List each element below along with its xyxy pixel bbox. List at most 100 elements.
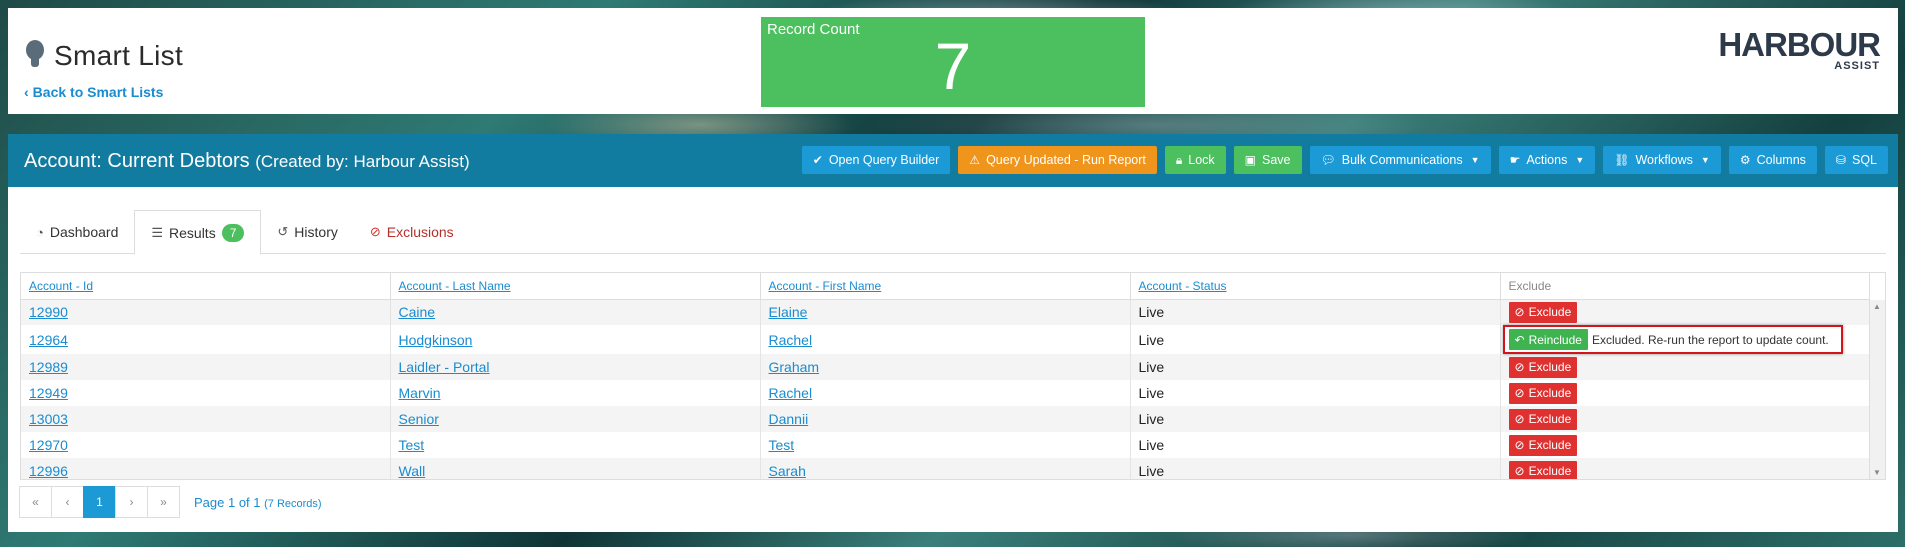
- run-report-label: Query Updated - Run Report: [986, 153, 1146, 167]
- account-id-cell: 12949: [21, 380, 391, 406]
- tab-dashboard[interactable]: ◔ Dashboard: [20, 210, 134, 254]
- bulk-communications-button[interactable]: 💬︎ Bulk Communications ▼: [1309, 146, 1491, 174]
- sql-button[interactable]: ⛁ SQL: [1824, 146, 1888, 174]
- save-button[interactable]: ▣ Save: [1233, 146, 1302, 174]
- sort-first-name-link[interactable]: Account - First Name: [769, 279, 882, 293]
- exclude-label: Exclude: [1528, 360, 1572, 374]
- page-1-button[interactable]: 1: [83, 486, 116, 518]
- actions-button[interactable]: ☛ Actions ▼: [1498, 146, 1596, 174]
- exclude-button[interactable]: ⊘ Exclude: [1508, 460, 1578, 479]
- last-name-link[interactable]: Hodgkinson: [399, 332, 473, 348]
- exclude-button[interactable]: ⊘ Exclude: [1508, 356, 1578, 378]
- first-name-link[interactable]: Dannii: [769, 411, 809, 427]
- reinclude-button[interactable]: ↶ Reinclude: [1508, 329, 1588, 350]
- save-label: Save: [1262, 153, 1291, 167]
- reinclude-label: Reinclude: [1528, 332, 1582, 347]
- account-id-link[interactable]: 12996: [29, 463, 68, 479]
- sql-label: SQL: [1851, 153, 1877, 167]
- columns-label: Columns: [1756, 153, 1806, 167]
- chevron-down-icon: ✔: [812, 153, 823, 167]
- ban-icon: ⊘: [1514, 360, 1525, 374]
- panel-title-text: Account: Current Debtors: [24, 150, 250, 172]
- first-name-link[interactable]: Elaine: [769, 304, 808, 320]
- column-header-last-name[interactable]: Account - Last Name: [390, 273, 761, 300]
- lock-button[interactable]: 🔒︎ Lock: [1164, 146, 1226, 174]
- sort-status-link[interactable]: Account - Status: [1139, 279, 1227, 293]
- column-header-status[interactable]: Account - Status: [1130, 273, 1501, 300]
- record-count-value: 7: [934, 29, 972, 103]
- tab-exclusions[interactable]: ⊘ Exclusions: [354, 210, 470, 254]
- exclude-button[interactable]: ⊘ Exclude: [1508, 408, 1578, 430]
- tab-history[interactable]: ↺ History: [261, 210, 353, 254]
- first-name-cell: Rachel: [760, 380, 1131, 406]
- exclude-cell: ↶ Reinclude Excluded. Re-run the report to…: [1500, 325, 1870, 354]
- first-name-link[interactable]: Sarah: [769, 463, 806, 479]
- excluded-notice: ↶ Reinclude Excluded. Re-run the report to…: [1502, 325, 1843, 354]
- exclude-button[interactable]: ⊘ Exclude: [1508, 382, 1578, 404]
- account-id-cell: 12964: [21, 325, 391, 354]
- floppy-disk-icon: ▣: [1244, 153, 1257, 167]
- sort-account-id-link[interactable]: Account - Id: [29, 279, 93, 293]
- results-grid: Account - Id Account - Last Name Account…: [20, 272, 1886, 480]
- toolbar: ✔ Open Query Builder ⚠ Query Updated - R…: [801, 146, 1888, 174]
- scroll-up-arrow-icon[interactable]: ▲: [1873, 302, 1881, 311]
- back-link-label: Back to Smart Lists: [32, 84, 164, 100]
- warning-icon: ⚠: [969, 153, 981, 167]
- ban-icon: ⊘: [1514, 464, 1525, 478]
- first-name-link[interactable]: Graham: [769, 359, 820, 375]
- previous-page-button[interactable]: ‹: [51, 486, 84, 518]
- account-id-link[interactable]: 12970: [29, 437, 68, 453]
- first-name-link[interactable]: Rachel: [769, 332, 813, 348]
- table-row: 12989 Laidler - Portal Graham Live ⊘ Exclude: [21, 354, 1870, 380]
- first-name-cell: Dannii: [760, 406, 1131, 432]
- first-page-button[interactable]: «: [19, 486, 52, 518]
- status-cell: Live: [1130, 354, 1501, 380]
- account-id-link[interactable]: 12989: [29, 359, 68, 375]
- sort-last-name-link[interactable]: Account - Last Name: [399, 279, 511, 293]
- scroll-down-arrow-icon[interactable]: ▼: [1873, 468, 1881, 477]
- exclude-label: Exclude: [1528, 412, 1572, 426]
- workflows-button[interactable]: ⛓ Workflows ▼: [1603, 146, 1721, 174]
- exclude-button[interactable]: ⊘ Exclude: [1508, 301, 1578, 323]
- first-name-link[interactable]: Rachel: [769, 385, 813, 401]
- page-info: Page 1 of 1 (7 Records): [194, 495, 322, 510]
- last-name-link[interactable]: Senior: [399, 411, 439, 427]
- back-to-smart-lists-link[interactable]: ‹ Back to Smart Lists: [24, 84, 163, 100]
- last-name-link[interactable]: Test: [399, 437, 425, 453]
- last-name-link[interactable]: Marvin: [399, 385, 441, 401]
- last-name-link[interactable]: Wall: [399, 463, 426, 479]
- account-id-cell: 12990: [21, 299, 391, 325]
- tab-results[interactable]: ☰ Results 7: [134, 210, 262, 255]
- last-name-link[interactable]: Caine: [399, 304, 436, 320]
- exclude-cell: ⊘ Exclude: [1500, 299, 1870, 325]
- account-id-link[interactable]: 12990: [29, 304, 68, 320]
- first-name-link[interactable]: Test: [769, 437, 795, 453]
- next-page-button[interactable]: ›: [115, 486, 148, 518]
- exclude-button[interactable]: ⊘ Exclude: [1508, 434, 1578, 456]
- logo-main-text: HARBOUR: [1718, 26, 1881, 63]
- open-query-builder-button[interactable]: ✔ Open Query Builder: [801, 146, 951, 174]
- list-icon: ☰: [151, 224, 164, 240]
- status-cell: Live: [1130, 432, 1501, 458]
- vertical-scrollbar[interactable]: ▲ ▼: [1869, 300, 1885, 479]
- run-report-button[interactable]: ⚠ Query Updated - Run Report: [958, 146, 1157, 174]
- columns-button[interactable]: ⚙ Columns: [1728, 146, 1817, 174]
- last-page-button[interactable]: »: [147, 486, 180, 518]
- dashboard-icon: ◔: [36, 224, 44, 240]
- table-row: 12990 Caine Elaine Live ⊘ Exclude: [21, 299, 1870, 325]
- lock-label: Lock: [1188, 153, 1215, 167]
- column-header-account-id[interactable]: Account - Id: [21, 273, 391, 300]
- first-name-cell: Graham: [760, 354, 1131, 380]
- account-id-link[interactable]: 12949: [29, 385, 68, 401]
- account-id-link[interactable]: 12964: [29, 332, 68, 348]
- last-name-link[interactable]: Laidler - Portal: [399, 359, 490, 375]
- column-header-first-name[interactable]: Account - First Name: [760, 273, 1131, 300]
- lock-icon: 🔒︎: [1175, 153, 1183, 167]
- header-panel: Smart List ‹ Back to Smart Lists Record …: [8, 8, 1898, 114]
- record-count-text: (7 Records): [264, 497, 322, 510]
- exclude-cell: ⊘ Exclude: [1500, 406, 1870, 432]
- ban-icon: ⊘: [1514, 386, 1525, 400]
- account-id-link[interactable]: 13003: [29, 411, 68, 427]
- last-name-cell: Test: [390, 432, 761, 458]
- exclude-label: Exclude: [1528, 464, 1572, 478]
